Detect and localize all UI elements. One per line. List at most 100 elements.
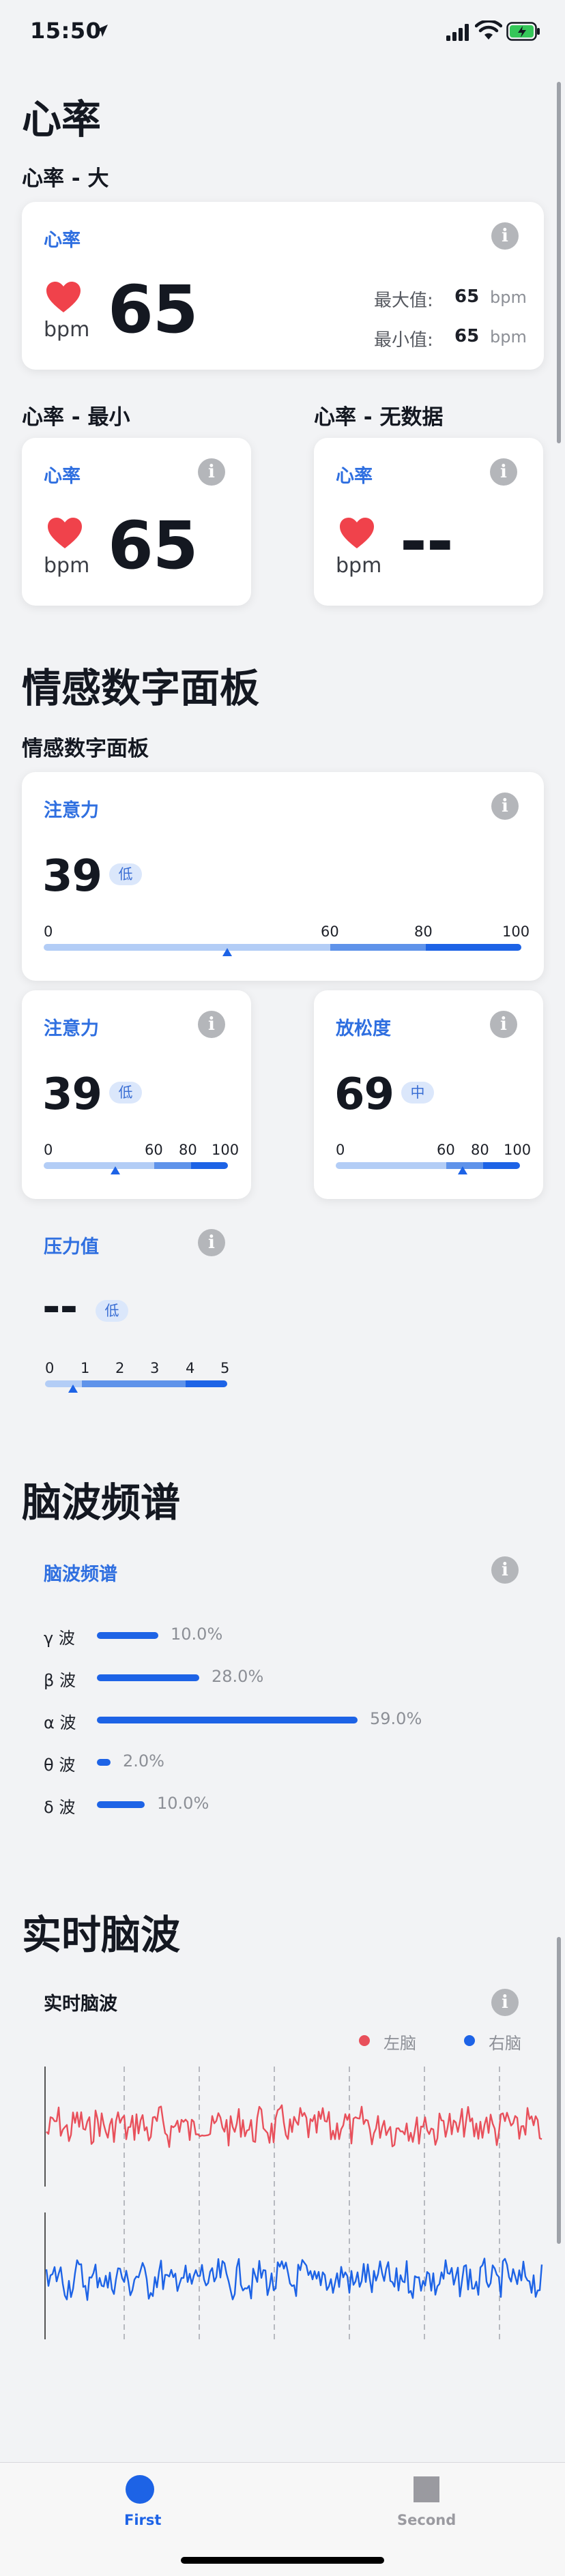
legend-left-label: 左脑 xyxy=(383,2034,416,2053)
pressure-value: -- xyxy=(42,1282,78,1333)
card-title: 心率 xyxy=(336,466,373,487)
scale-label: 60 xyxy=(145,1142,163,1158)
info-icon[interactable]: i xyxy=(198,1011,225,1038)
info-icon[interactable]: i xyxy=(198,458,225,486)
scroll-indicator[interactable] xyxy=(557,1937,561,2244)
card-title: 脑波频谱 xyxy=(44,1564,117,1585)
max-unit: bpm xyxy=(490,288,527,307)
battery-charging-icon xyxy=(506,22,540,41)
level-marker xyxy=(222,948,232,956)
info-icon[interactable]: i xyxy=(491,793,519,820)
section-title-emotion: 情感数字面板 xyxy=(22,665,260,711)
legend-right-label: 右脑 xyxy=(489,2034,521,2053)
unit-label: bpm xyxy=(44,554,90,578)
section-title-brainwave-spectrum: 脑波频谱 xyxy=(22,1479,181,1526)
band-percent-theta: 2.0% xyxy=(123,1751,164,1771)
scale-segment-high xyxy=(426,944,521,951)
scale-label: 100 xyxy=(212,1142,240,1158)
heart-icon xyxy=(46,282,81,312)
info-icon[interactable]: i xyxy=(198,1229,225,1256)
scale-label: 100 xyxy=(504,1142,532,1158)
min-value: 65 xyxy=(454,326,480,346)
min-label: 最小值: xyxy=(374,330,433,351)
card-title: 压力值 xyxy=(44,1237,99,1258)
scale-label: 80 xyxy=(471,1142,489,1158)
band-label-delta: δ 波 xyxy=(44,1798,76,1817)
tab-second[interactable]: Second xyxy=(375,2463,478,2538)
scale-label: 80 xyxy=(179,1142,197,1158)
level-marker xyxy=(111,1166,120,1174)
info-icon[interactable]: i xyxy=(491,222,519,250)
scale-label: 2 xyxy=(115,1360,125,1376)
level-badge: 中 xyxy=(401,1082,434,1104)
attention-value: 39 xyxy=(42,851,102,902)
scale-label: 1 xyxy=(81,1360,90,1376)
attention-large-card: 注意力 i 39 低 0 60 80 100 xyxy=(22,772,544,981)
location-arrow-icon xyxy=(96,25,108,37)
heart-rate-value: 65 xyxy=(108,271,199,348)
scale-segment-high xyxy=(186,1380,227,1387)
level-badge: 低 xyxy=(109,1082,142,1104)
band-percent-beta: 28.0% xyxy=(212,1667,264,1686)
first-tab-icon xyxy=(126,2475,154,2504)
heart-rate-empty-card: 心率 i bpm -- xyxy=(314,438,543,606)
scale-segment-low xyxy=(44,944,330,951)
tab-second-label: Second xyxy=(397,2512,457,2528)
band-label-alpha: α 波 xyxy=(44,1713,76,1732)
band-bar-theta xyxy=(97,1759,111,1766)
scale-label: 5 xyxy=(220,1360,230,1376)
band-label-gamma: γ 波 xyxy=(44,1629,75,1648)
scroll-indicator[interactable] xyxy=(557,82,561,443)
realtime-brainwave-panel: 实时脑波 i 左脑 右脑 xyxy=(22,1978,544,2360)
card-title: 心率 xyxy=(44,466,81,487)
status-time: 15:50 xyxy=(30,18,102,44)
unit-label: bpm xyxy=(336,554,382,578)
card-title: 放松度 xyxy=(336,1018,391,1039)
scale-segment-mid xyxy=(330,944,426,951)
scale-segment-mid xyxy=(154,1162,191,1169)
second-tab-icon xyxy=(414,2476,439,2502)
info-icon[interactable]: i xyxy=(490,458,517,486)
info-icon[interactable]: i xyxy=(490,1011,517,1038)
card-title: 注意力 xyxy=(44,800,99,821)
right-brain-wave-line xyxy=(45,2257,543,2301)
scale-segment-high xyxy=(483,1162,520,1169)
subtitle-heart-rate-large: 心率 - 大 xyxy=(22,166,109,191)
section-title-heart-rate: 心率 xyxy=(22,96,102,143)
band-bar-delta xyxy=(97,1801,145,1808)
heart-rate-value: 65 xyxy=(108,507,199,584)
wifi-icon xyxy=(475,20,502,40)
band-bar-alpha xyxy=(97,1717,358,1723)
relaxation-card: 放松度 i 69 中 0 60 80 100 xyxy=(314,990,543,1199)
info-icon[interactable]: i xyxy=(491,1989,519,2016)
status-bar: 15:50 xyxy=(0,0,565,68)
band-bar-gamma xyxy=(97,1632,158,1639)
max-value: 65 xyxy=(454,286,480,307)
tab-first[interactable]: First xyxy=(89,2463,191,2538)
cellular-signal-icon xyxy=(446,24,469,41)
scale-segment-low xyxy=(44,1162,154,1169)
band-percent-alpha: 59.0% xyxy=(370,1709,422,1728)
chart-gridlines xyxy=(124,2067,500,2339)
info-icon[interactable]: i xyxy=(491,1556,519,1584)
subtitle-emotion: 情感数字面板 xyxy=(22,737,149,761)
tab-first-label: First xyxy=(124,2512,162,2528)
scale-label: 4 xyxy=(186,1360,195,1376)
band-label-beta: β 波 xyxy=(44,1671,76,1690)
relaxation-value: 69 xyxy=(334,1069,394,1120)
card-title: 实时脑波 xyxy=(44,1994,117,2015)
scale-label: 100 xyxy=(502,923,530,940)
scale-label: 60 xyxy=(321,923,339,940)
scale-label: 60 xyxy=(437,1142,455,1158)
scale-segment-mid xyxy=(82,1380,186,1387)
scale-label: 0 xyxy=(44,1142,53,1158)
section-title-realtime: 实时脑波 xyxy=(22,1912,181,1958)
max-label: 最大值: xyxy=(374,291,433,311)
level-badge: 低 xyxy=(96,1300,128,1322)
min-unit: bpm xyxy=(490,327,527,346)
realtime-wave-chart xyxy=(44,2067,543,2339)
band-percent-delta: 10.0% xyxy=(157,1794,209,1813)
heart-rate-large-card: 心率 i bpm 65 最大值: 65 bpm 最小值: 65 bpm xyxy=(22,202,544,370)
left-brain-wave-line xyxy=(46,2104,542,2148)
level-marker xyxy=(68,1385,78,1393)
